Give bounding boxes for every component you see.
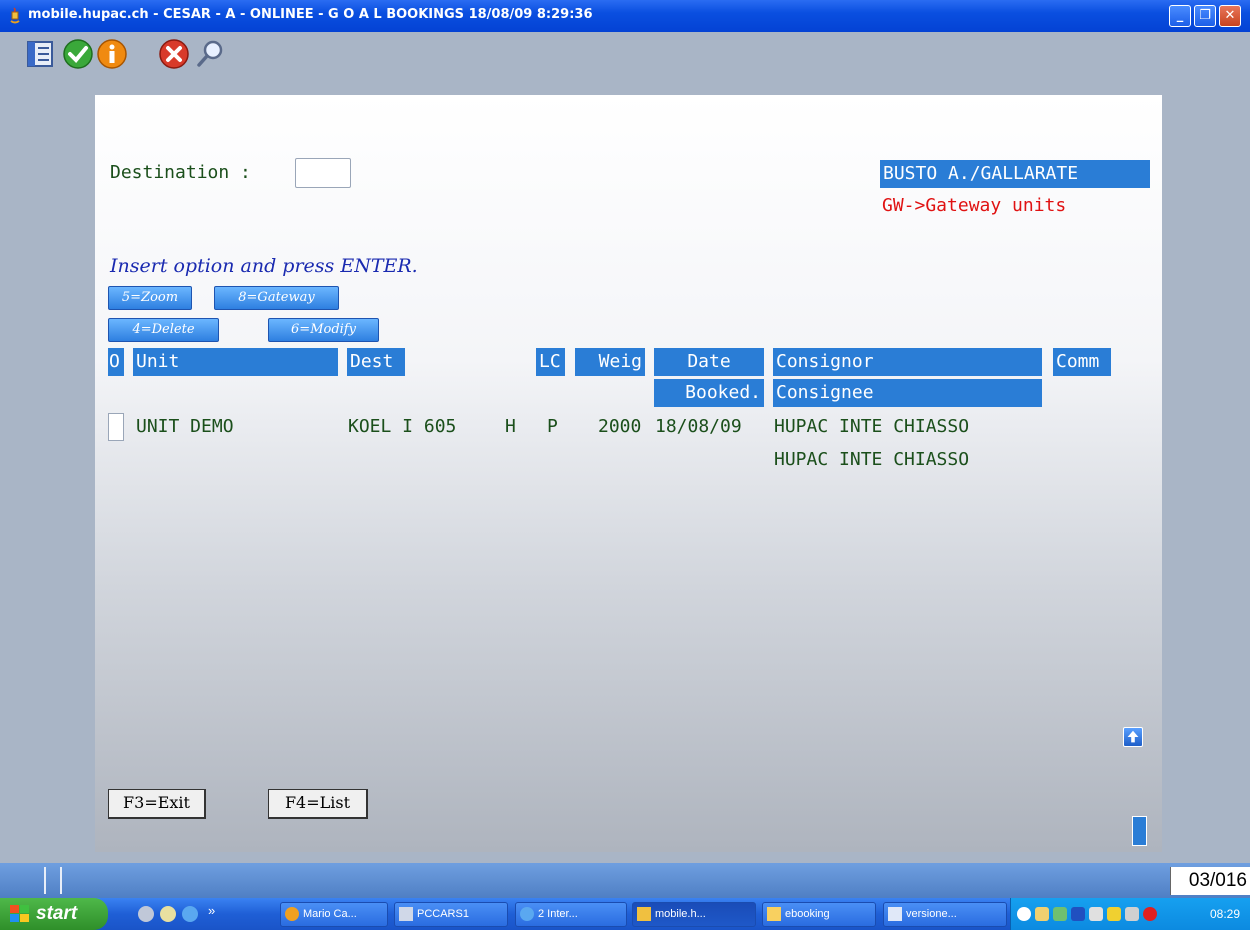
clock: 08:29 xyxy=(1209,907,1240,921)
destination-label: Destination : xyxy=(110,162,251,183)
list-key-button[interactable]: F4=List xyxy=(268,789,368,819)
scroll-up-icon[interactable] xyxy=(1123,727,1143,747)
header-consignor: Consignor xyxy=(773,348,1042,376)
row-unit: UNIT DEMO xyxy=(136,416,234,437)
header-dest: Dest xyxy=(347,348,405,376)
antivirus-icon[interactable] xyxy=(1143,907,1157,921)
window-title: mobile.hupac.ch - CESAR - A - ONLINEE - … xyxy=(28,7,593,22)
info-icon[interactable] xyxy=(96,38,128,70)
task-label: mobile.h... xyxy=(655,908,706,920)
title-bar[interactable]: mobile.hupac.ch - CESAR - A - ONLINEE - … xyxy=(0,0,1250,32)
folder-icon xyxy=(767,907,781,921)
record-counter: 03/016 xyxy=(1170,867,1250,895)
row-weight: 2000 xyxy=(598,416,642,437)
minimize-button[interactable]: _ xyxy=(1169,5,1191,27)
task-pccars[interactable]: PCCARS1 xyxy=(394,902,508,927)
search-icon[interactable] xyxy=(194,38,226,70)
bluetooth-icon[interactable] xyxy=(1071,907,1085,921)
task-label: ebooking xyxy=(785,908,830,920)
network-icon[interactable] xyxy=(1107,907,1121,921)
start-label: start xyxy=(36,903,78,924)
gateway-option-button[interactable]: 8=Gateway xyxy=(214,286,339,310)
quicklaunch-icon[interactable] xyxy=(138,906,154,922)
task-versione[interactable]: versione... xyxy=(883,902,1007,927)
task-label: Mario Ca... xyxy=(303,908,357,920)
task-ebooking[interactable]: ebooking xyxy=(762,902,876,927)
status-divider xyxy=(44,867,46,894)
ie-icon[interactable] xyxy=(182,906,198,922)
task-label: versione... xyxy=(906,908,957,920)
task-label: PCCARS1 xyxy=(417,908,469,920)
document-icon xyxy=(888,907,902,921)
header-date: Date xyxy=(654,348,764,376)
wireless-icon[interactable] xyxy=(1089,907,1103,921)
taskbar: start » Mario Ca... PCCARS1 2 Inter... m… xyxy=(0,898,1250,930)
header-lc: LC xyxy=(536,348,565,376)
row-dest: KOEL I 605 xyxy=(348,416,457,437)
terminal-icon xyxy=(399,907,413,921)
row-p: P xyxy=(547,416,558,437)
tray-arrow-icon[interactable] xyxy=(1017,907,1031,921)
zoom-option-button[interactable]: 5=Zoom xyxy=(108,286,192,310)
header-option: O xyxy=(108,348,124,376)
header-comm: Comm xyxy=(1053,348,1111,376)
row-option-input[interactable] xyxy=(108,413,124,441)
row-consignor: HUPAC INTE CHIASSO xyxy=(774,416,970,437)
modify-option-button[interactable]: 6=Modify xyxy=(268,318,379,342)
tray-icon[interactable] xyxy=(1125,907,1139,921)
header-consignee: Consignee xyxy=(773,379,1042,407)
tray-icon[interactable] xyxy=(1035,907,1049,921)
start-button[interactable]: start xyxy=(0,898,108,930)
cancel-icon[interactable] xyxy=(158,38,190,70)
exit-key-button[interactable]: F3=Exit xyxy=(108,789,206,819)
location-banner: BUSTO A./GALLARATE xyxy=(880,160,1150,188)
list-icon[interactable] xyxy=(24,38,56,70)
task-mobile[interactable]: mobile.h... xyxy=(632,902,756,927)
close-button[interactable]: ✕ xyxy=(1219,5,1241,27)
header-unit: Unit xyxy=(133,348,338,376)
system-tray: 08:29 xyxy=(1010,898,1250,930)
delete-option-button[interactable]: 4=Delete xyxy=(108,318,219,342)
ie-icon xyxy=(520,907,534,921)
tray-icon[interactable] xyxy=(1053,907,1067,921)
windows-logo-icon xyxy=(10,905,29,922)
status-divider xyxy=(60,867,62,894)
task-label: 2 Inter... xyxy=(538,908,578,920)
toolbar xyxy=(0,32,1250,92)
task-mario[interactable]: Mario Ca... xyxy=(280,902,388,927)
row-consignee: HUPAC INTE CHIASSO xyxy=(774,449,970,470)
restore-button[interactable]: ❐ xyxy=(1194,5,1216,27)
cursor-block xyxy=(1132,816,1147,846)
quicklaunch-icon[interactable] xyxy=(160,906,176,922)
java-icon xyxy=(10,7,20,24)
status-bar: 03/016 xyxy=(0,863,1250,898)
check-icon[interactable] xyxy=(62,38,94,70)
java-icon xyxy=(637,907,651,921)
gateway-note: GW->Gateway units xyxy=(882,195,1067,216)
destination-input[interactable] xyxy=(295,158,351,188)
task-internet[interactable]: 2 Inter... xyxy=(515,902,627,927)
instruction-text: Insert option and press ENTER. xyxy=(110,255,418,277)
row-date: 18/08/09 xyxy=(655,416,742,437)
more-icon[interactable]: » xyxy=(208,903,215,918)
main-panel: Destination : BUSTO A./GALLARATE GW->Gat… xyxy=(95,95,1162,852)
header-weight: Weig xyxy=(575,348,645,376)
app-icon xyxy=(285,907,299,921)
row-h: H xyxy=(505,416,516,437)
header-booked: Booked. xyxy=(654,379,764,407)
